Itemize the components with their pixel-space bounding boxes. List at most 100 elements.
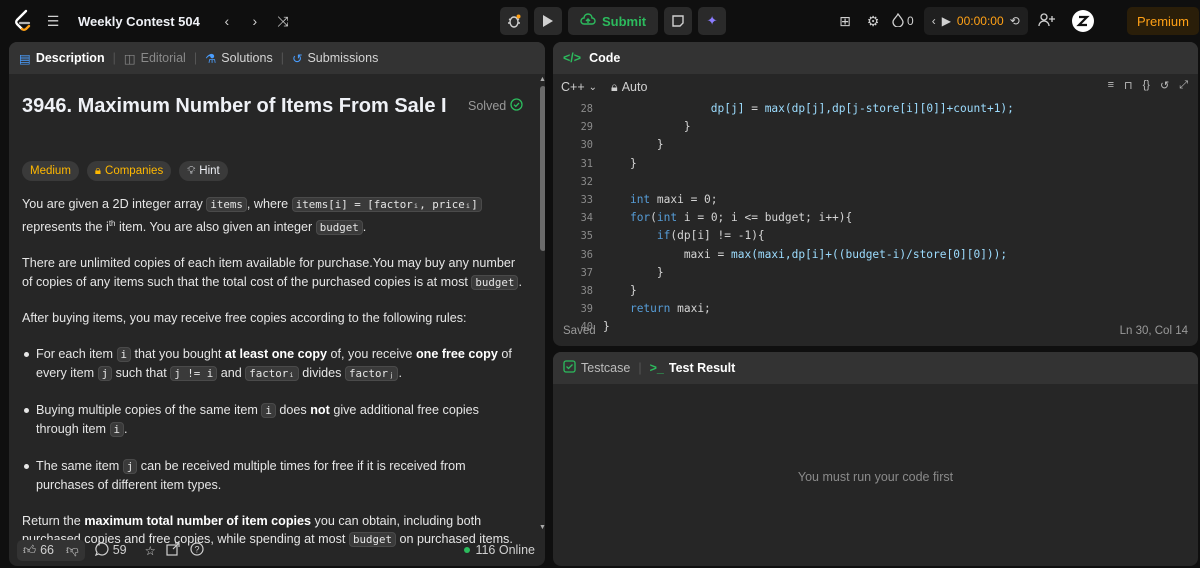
tab-divider: | xyxy=(112,51,116,65)
tab-editorial[interactable]: ◫ Editorial xyxy=(124,51,186,66)
tab-divider: | xyxy=(193,51,198,65)
checkbox-icon xyxy=(563,360,576,376)
code-line-39: return maxi; xyxy=(629,302,711,316)
problem-description: You are given a 2D integer array items, … xyxy=(22,195,522,566)
top-bar: ☰ Weekly Contest 504 ‹ › ⤨ Submit ✦ ⊞ ⚙ xyxy=(0,0,1200,42)
auto-mode[interactable]: 🔒︎ Auto xyxy=(611,80,647,95)
hint-chip[interactable]: 💡︎ Hint xyxy=(179,161,228,181)
test-panel-tabs: Testcase | >_ Test Result xyxy=(553,352,1198,384)
tab-test-result[interactable]: >_ Test Result xyxy=(650,361,736,375)
flame-icon xyxy=(892,12,904,30)
description-scrollbar[interactable]: ▲ ▼ xyxy=(539,74,545,534)
list-item: Buying multiple copies of the same item … xyxy=(24,401,522,440)
description-tabs: ▤ Description | ◫ Editorial | ⚗ Solution… xyxy=(9,42,545,74)
star-icon[interactable]: ☆ xyxy=(145,543,156,558)
tab-divider: | xyxy=(638,361,642,375)
expand-icon[interactable]: ⤢ xyxy=(1179,79,1188,92)
line-numbers: 28 29 30 31 32 33 34 35 36 37 38 39 40 xyxy=(580,103,593,334)
thumbs-down-icon[interactable]: 👎︎ xyxy=(66,543,79,558)
flask-icon: ⚗ xyxy=(205,51,217,66)
code-line-33: int maxi = 0; xyxy=(629,192,718,206)
bookmark-icon[interactable]: ⊓ xyxy=(1124,79,1133,92)
cursor-position: Ln 30, Col 14 xyxy=(1119,325,1188,337)
history-icon: ↺ xyxy=(291,51,303,66)
check-circle-icon xyxy=(510,98,523,114)
desc-paragraph: You are given a 2D integer array items, … xyxy=(22,195,522,237)
timer-play-icon[interactable]: ▶ xyxy=(942,14,951,28)
timer-collapse-icon[interactable]: ‹ xyxy=(932,14,936,28)
lock-icon: 🔒︎ xyxy=(94,164,102,177)
solved-badge: Solved xyxy=(468,98,523,114)
problem-list-icon[interactable]: ☰ xyxy=(44,13,62,30)
prev-problem-icon[interactable]: ‹ xyxy=(218,13,236,29)
streak-counter[interactable]: 0 xyxy=(892,12,914,30)
timer-reset-icon[interactable]: ⟲ xyxy=(1010,14,1020,28)
run-icon[interactable] xyxy=(534,7,562,35)
comments-button[interactable]: 59 xyxy=(94,541,127,559)
premium-button[interactable]: Premium xyxy=(1127,7,1199,35)
code-line-28: dp[j] = max(dp[j],dp[j-store[i][0]]+coun… xyxy=(710,102,1014,115)
code-panel: </> Code C++ ⌄ 🔒︎ Auto ≡ ⊓ {} ↺ ⤢ 28 29 … xyxy=(553,42,1198,346)
code-line-37: } xyxy=(603,265,664,279)
timer[interactable]: ‹ ▶ 00:00:00 ⟲ xyxy=(923,7,1028,35)
share-icon[interactable] xyxy=(166,541,180,559)
test-panel: Testcase | >_ Test Result You must run y… xyxy=(553,352,1198,566)
code-panel-header: </> Code xyxy=(553,42,1198,74)
desc-paragraph: After buying items, you may receive free… xyxy=(22,311,467,326)
reset-code-icon[interactable]: ↺ xyxy=(1160,79,1169,92)
tab-testcase[interactable]: Testcase xyxy=(563,360,630,376)
notes-icon[interactable] xyxy=(664,7,693,35)
code-line-36: maxi = max(maxi,dp[i]+((budget-i)/store[… xyxy=(603,247,1008,261)
language-select[interactable]: C++ ⌄ xyxy=(561,80,597,94)
code-tools: ≡ ⊓ {} ↺ ⤢ xyxy=(1108,79,1188,92)
layout-grid-icon[interactable]: ⊞ xyxy=(836,13,854,30)
comments-count: 59 xyxy=(112,543,127,557)
editorial-book-icon: ◫ xyxy=(123,51,136,66)
code-line-30: } xyxy=(603,138,664,152)
terminal-icon: >_ xyxy=(649,361,664,375)
cloud-upload-icon xyxy=(580,12,596,30)
tab-solutions[interactable]: ⚗ Solutions xyxy=(205,51,273,66)
companies-chip[interactable]: 🔒︎ Companies xyxy=(86,161,172,181)
settings-gear-icon[interactable]: ⚙ xyxy=(864,13,882,30)
code-line-38: } xyxy=(603,283,637,297)
avatar[interactable] xyxy=(1071,10,1094,32)
add-user-icon[interactable] xyxy=(1038,12,1056,30)
code-line-29: } xyxy=(603,120,691,134)
online-dot-icon xyxy=(464,547,471,553)
problem-title[interactable]: 3946. Maximum Number of Items From Sale … xyxy=(22,95,447,118)
next-problem-icon[interactable]: › xyxy=(246,13,264,29)
comment-icon xyxy=(94,541,109,559)
desc-paragraph: There are unlimited copies of each item … xyxy=(22,256,522,290)
submit-label: Submit xyxy=(602,13,647,29)
thumbs-up-icon[interactable]: 👍︎ xyxy=(23,543,36,558)
code-line-31: } xyxy=(603,156,637,170)
submit-button[interactable]: Submit xyxy=(568,7,659,35)
debug-icon[interactable] xyxy=(500,7,528,35)
online-count: 116 Online xyxy=(464,543,535,557)
shuffle-icon[interactable]: ⤨ xyxy=(274,13,292,30)
scroll-up-icon[interactable]: ▲ xyxy=(539,76,545,83)
svg-text:?: ? xyxy=(194,544,199,554)
like-group: 👍︎ 66 👎︎ xyxy=(17,539,85,561)
code-status-bar: Saved Ln 30, Col 14 xyxy=(553,322,1198,342)
braces-icon[interactable]: {} xyxy=(1143,79,1150,92)
saved-status: Saved xyxy=(563,325,596,337)
tab-submissions[interactable]: ↺ Submissions xyxy=(292,51,378,66)
code-line-34: for(int i = 0; i <= budget; i++){ xyxy=(629,211,853,225)
ai-sparkle-icon[interactable]: ✦ xyxy=(698,7,727,35)
help-icon[interactable]: ? xyxy=(190,541,204,559)
contest-title[interactable]: Weekly Contest 504 xyxy=(78,14,200,29)
format-icon[interactable]: ≡ xyxy=(1108,79,1114,92)
code-editor[interactable]: 28 29 30 31 32 33 34 35 36 37 38 39 40 d… xyxy=(553,100,1198,333)
leetcode-logo-icon[interactable] xyxy=(12,9,34,33)
empty-result-message: You must run your code first xyxy=(797,470,954,484)
scroll-down-icon[interactable]: ▼ xyxy=(539,524,545,531)
chevron-down-icon: ⌄ xyxy=(588,81,598,93)
tab-description[interactable]: ▤ Description xyxy=(19,51,105,66)
scrollbar-thumb[interactable] xyxy=(540,86,545,251)
code-brackets-icon: </> xyxy=(563,51,582,65)
code-line-35: if(dp[i] != -1){ xyxy=(656,229,765,243)
likes-count: 66 xyxy=(40,543,54,557)
